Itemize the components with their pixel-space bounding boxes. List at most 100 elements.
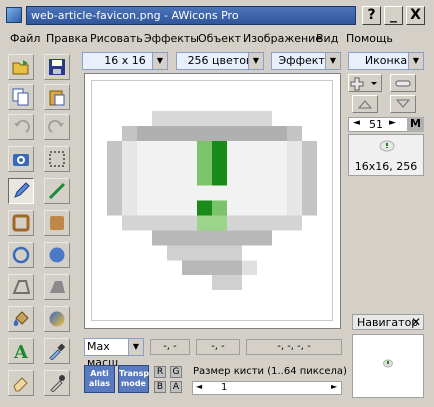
rect-outline-icon	[12, 214, 30, 232]
eyedropper-button[interactable]	[44, 338, 70, 364]
ellipse-fill-icon	[49, 247, 65, 263]
undo-button[interactable]	[8, 114, 34, 140]
size-select[interactable]: 16 x 16 ▼	[82, 52, 168, 70]
close-button[interactable]: X	[406, 6, 425, 25]
undo-icon	[14, 119, 30, 133]
select-button[interactable]	[44, 146, 70, 172]
open-button[interactable]	[8, 54, 34, 80]
icon-type-select[interactable]: Иконка ▼	[348, 52, 424, 70]
effects-select[interactable]: Эффекты ▼	[271, 52, 341, 70]
ellipse-outline-icon	[12, 246, 30, 264]
menu-draw[interactable]: Рисовать	[90, 32, 143, 45]
select-icon	[49, 151, 65, 167]
antialias-button[interactable]: Anti alias	[84, 365, 115, 393]
help-button[interactable]: ?	[362, 6, 381, 25]
r-channel-button[interactable]: R	[154, 366, 166, 378]
save-icon	[49, 59, 65, 75]
image-thumbnail[interactable]: 16x16, 256	[348, 134, 424, 176]
brush-size-slider[interactable]: ◄ 1 ►	[192, 381, 342, 395]
redo-button[interactable]	[44, 114, 70, 140]
remove-icon	[395, 80, 411, 87]
coord-field-2: -, -	[196, 339, 240, 355]
counter-value: 51	[369, 118, 383, 131]
chevron-down-icon: ▼	[408, 53, 423, 69]
menu-view[interactable]: Вид	[316, 32, 338, 45]
coord-field-3: -, -, -, -	[246, 339, 342, 355]
chevron-down-icon: ▼	[128, 339, 143, 355]
menu-effects[interactable]: Эффекты	[144, 32, 199, 45]
eraser-icon	[13, 377, 28, 392]
navigator-title: Навигатор	[357, 316, 419, 329]
drawing-canvas[interactable]	[91, 80, 333, 321]
ellipse-outline-button[interactable]	[8, 242, 34, 268]
favicon-pixel-art	[107, 110, 317, 291]
line-icon	[48, 182, 66, 200]
poly-outline-button[interactable]	[8, 274, 34, 300]
coord-field-1: -, -	[150, 339, 190, 355]
poly-fill-button[interactable]	[44, 274, 70, 300]
rect-fill-button[interactable]	[44, 210, 70, 236]
zoom-select[interactable]: Max масш ▼	[84, 338, 144, 369]
icon-type-select-value: Иконка	[364, 54, 408, 67]
rect-outline-button[interactable]	[8, 210, 34, 236]
minimize-button[interactable]: _	[384, 6, 403, 25]
redo-icon	[48, 119, 64, 133]
a-channel-button[interactable]: A	[170, 381, 182, 393]
move-down-button[interactable]	[390, 95, 416, 113]
fill-button[interactable]	[8, 306, 34, 332]
move-up-button[interactable]	[352, 95, 378, 113]
eraser-button[interactable]	[8, 370, 34, 396]
add-icon	[350, 77, 377, 91]
favicon-preview	[383, 359, 393, 368]
fill-icon	[13, 311, 29, 326]
copy-button[interactable]	[8, 84, 34, 110]
line-button[interactable]	[44, 178, 70, 204]
menu-help[interactable]: Помощь	[346, 32, 393, 45]
pencil-button[interactable]	[8, 178, 34, 204]
picker-icon	[50, 375, 65, 392]
slider-left-icon[interactable]: ◄	[196, 382, 202, 391]
title-bar: web-article-favicon.png - AWicons Pro ? …	[0, 0, 434, 30]
counter-left-icon[interactable]: ◄	[353, 118, 360, 128]
menu-object[interactable]: Объект	[198, 32, 241, 45]
app-icon	[6, 7, 22, 23]
text-icon: A	[13, 342, 29, 360]
save-button[interactable]	[44, 54, 70, 80]
ellipse-fill-button[interactable]	[44, 242, 70, 268]
colors-select-value: 256 цветов	[187, 54, 253, 67]
chevron-down-icon: ▼	[248, 53, 263, 69]
add-image-button[interactable]	[348, 74, 382, 92]
close-icon[interactable]: ✕	[411, 315, 421, 329]
arrow-up-icon	[357, 100, 373, 109]
poly-fill-icon	[50, 281, 65, 293]
picker-button[interactable]	[44, 370, 70, 396]
navigator-header: Навигатор ✕	[352, 314, 424, 330]
toolbox: A	[4, 54, 78, 399]
brush-size-value: 1	[221, 382, 228, 393]
b-channel-button[interactable]: B	[154, 381, 166, 393]
menu-file[interactable]: Файл	[10, 32, 40, 45]
colors-select[interactable]: 256 цветов ▼	[176, 52, 264, 70]
window-title: web-article-favicon.png - AWicons Pro	[26, 6, 356, 25]
arrow-down-icon	[395, 99, 411, 108]
screenshot-button[interactable]	[8, 146, 34, 172]
image-counter: ◄ 51 ► M	[348, 117, 424, 132]
menu-edit[interactable]: Правка	[46, 32, 88, 45]
transp-mode-button[interactable]: Transp mode	[118, 365, 149, 393]
gradient-button[interactable]	[44, 306, 70, 332]
text-button[interactable]: A	[8, 338, 34, 364]
paste-button[interactable]	[44, 84, 70, 110]
paste-icon	[49, 90, 65, 106]
m-button[interactable]: M	[407, 117, 424, 132]
gradient-icon	[49, 311, 65, 327]
size-select-value: 16 x 16	[104, 54, 146, 67]
slider-right-icon[interactable]: ►	[331, 382, 337, 391]
g-channel-button[interactable]: G	[170, 366, 182, 378]
menu-image[interactable]: Изображение	[243, 32, 322, 45]
navigator-preview[interactable]	[352, 334, 424, 398]
counter-right-icon[interactable]: ►	[389, 118, 396, 128]
copy-icon	[12, 88, 29, 106]
remove-image-button[interactable]	[390, 74, 416, 92]
thumbnail-label: 16x16, 256	[354, 160, 418, 173]
pencil-icon	[14, 182, 30, 198]
